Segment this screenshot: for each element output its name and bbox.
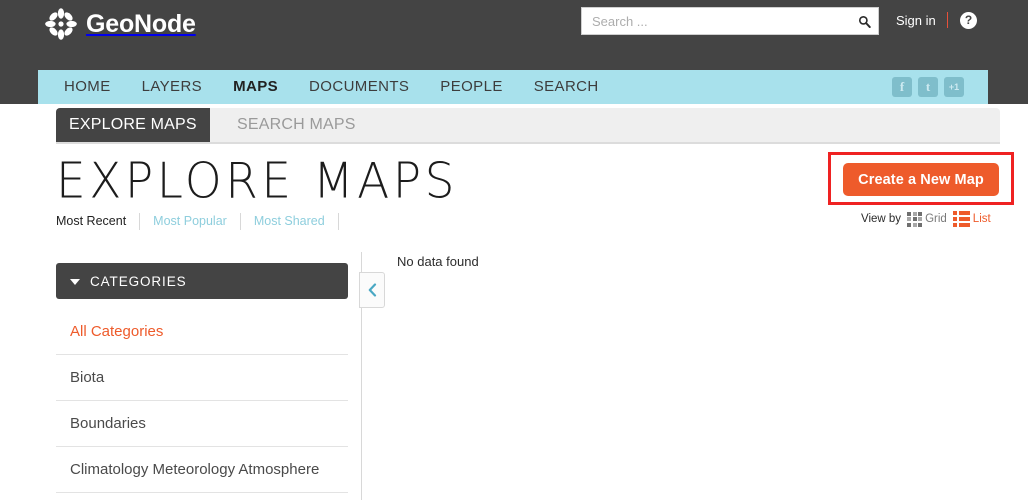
brand-name: GeoNode: [86, 10, 196, 38]
google-plusone-icon[interactable]: +1: [944, 77, 964, 97]
search-box[interactable]: [581, 7, 879, 35]
chevron-down-icon: [70, 279, 80, 285]
sort-divider: [239, 212, 241, 230]
social-links: f t +1: [892, 77, 964, 97]
nav-item-home[interactable]: HOME: [64, 70, 111, 104]
view-by-list-label: List: [972, 213, 991, 225]
search-icon: [858, 15, 871, 28]
facebook-icon[interactable]: f: [892, 77, 912, 97]
tabbar-underline: [56, 142, 1000, 144]
categories-header[interactable]: CATEGORIES: [56, 263, 348, 299]
empty-state-message: No data found: [397, 254, 479, 269]
sort-most-recent[interactable]: Most Recent: [56, 214, 126, 228]
list-view-icon: [952, 211, 970, 227]
nav-item-layers[interactable]: LAYERS: [142, 70, 202, 104]
geonode-flower-icon: [45, 8, 77, 40]
brand-logo-link[interactable]: GeoNode: [44, 7, 196, 41]
category-item-boundaries[interactable]: Boundaries: [56, 401, 348, 447]
content-tabbar: EXPLORE MAPS SEARCH MAPS: [56, 108, 1000, 142]
sort-divider: [337, 212, 339, 230]
tab-explore-maps[interactable]: EXPLORE MAPS: [56, 108, 210, 142]
categories-list: All Categories Biota Boundaries Climatol…: [56, 309, 348, 493]
nav-item-people[interactable]: PEOPLE: [440, 70, 502, 104]
sort-most-popular[interactable]: Most Popular: [153, 214, 227, 228]
nav-item-documents[interactable]: DOCUMENTS: [309, 70, 409, 104]
page-title: EXPLORE MAPS: [56, 152, 458, 211]
twitter-icon[interactable]: t: [918, 77, 938, 97]
nav-links: HOME LAYERS MAPS DOCUMENTS PEOPLE SEARCH: [64, 70, 599, 104]
search-submit-button[interactable]: [850, 8, 878, 34]
nav-item-maps[interactable]: MAPS: [233, 70, 278, 104]
category-item-climatology[interactable]: Climatology Meteorology Atmosphere: [56, 447, 348, 493]
sort-bar: Most Recent Most Popular Most Shared: [56, 212, 352, 230]
help-circle-icon[interactable]: ?: [960, 12, 977, 29]
header-separator: [947, 12, 948, 28]
main-navbar: HOME LAYERS MAPS DOCUMENTS PEOPLE SEARCH…: [38, 70, 988, 104]
category-item-all[interactable]: All Categories: [56, 309, 348, 355]
categories-header-label: CATEGORIES: [90, 273, 187, 289]
search-input[interactable]: [582, 8, 850, 34]
collapse-sidebar-button[interactable]: [359, 272, 385, 308]
tab-search-maps[interactable]: SEARCH MAPS: [224, 108, 369, 142]
sort-divider: [139, 212, 141, 230]
view-by-controls: View by Grid List: [861, 211, 991, 227]
sort-most-shared[interactable]: Most Shared: [254, 214, 325, 228]
grid-view-icon: [907, 211, 923, 227]
view-by-label: View by: [861, 213, 902, 225]
view-by-grid-label: Grid: [925, 213, 947, 225]
view-by-grid-option[interactable]: Grid: [907, 211, 947, 227]
sign-in-link[interactable]: Sign in: [896, 13, 936, 29]
nav-item-search[interactable]: SEARCH: [534, 70, 599, 104]
chevron-left-icon: [368, 283, 376, 297]
view-by-list-option[interactable]: List: [952, 211, 991, 227]
create-new-map-button[interactable]: Create a New Map: [843, 163, 999, 196]
category-item-biota[interactable]: Biota: [56, 355, 348, 401]
